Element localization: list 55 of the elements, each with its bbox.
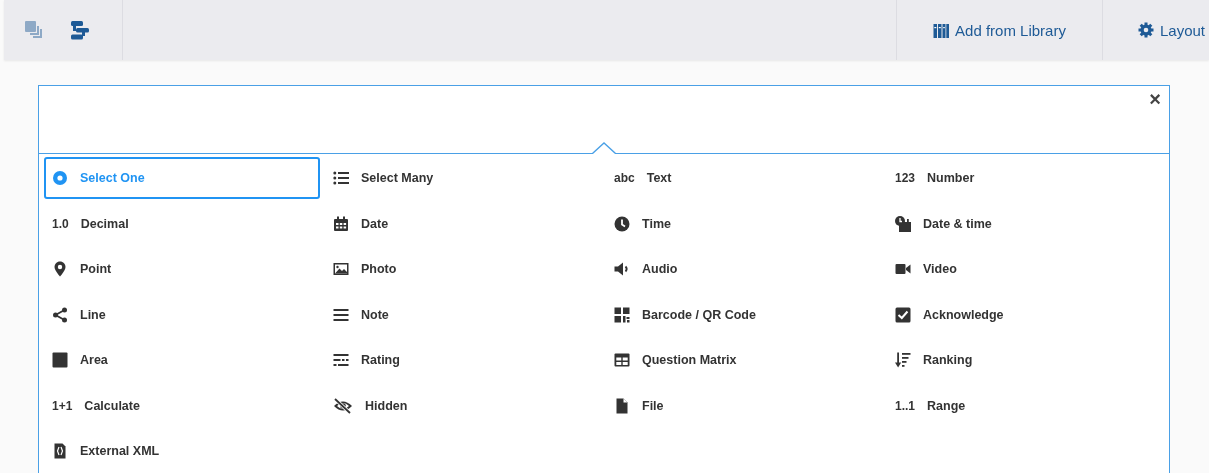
- question-type-option[interactable]: File: [606, 384, 882, 427]
- clock-icon: [614, 215, 630, 232]
- question-type-option[interactable]: Point: [44, 248, 320, 290]
- question-type-option[interactable]: 1.0 Decimal: [44, 202, 320, 245]
- question-type-option[interactable]: abc Text: [606, 157, 882, 199]
- table-icon: [614, 352, 630, 368]
- code-file-icon: [52, 443, 68, 459]
- branch-icon[interactable]: [70, 20, 90, 40]
- list-icon: [333, 170, 349, 186]
- question-type-option[interactable]: 123 Number: [887, 157, 1163, 199]
- question-type-option[interactable]: Select Many: [325, 157, 601, 199]
- type-glyph: 123: [895, 171, 916, 185]
- question-type-option[interactable]: Line: [44, 293, 320, 336]
- question-type-option[interactable]: Photo: [325, 248, 601, 290]
- question-type-option[interactable]: Audio: [606, 248, 882, 290]
- square-icon: [52, 352, 68, 368]
- clock-calendar-icon: [895, 215, 911, 232]
- question-type-option[interactable]: Rating: [325, 339, 601, 381]
- dashed-lines-icon: [333, 352, 349, 368]
- radio-icon: [52, 170, 68, 186]
- eye-slash-icon: [333, 397, 353, 414]
- layout-button[interactable]: Layout: [1101, 0, 1209, 60]
- share-icon: [52, 306, 68, 323]
- video-camera-icon: [895, 261, 911, 277]
- question-type-option[interactable]: 1..1 Range: [887, 384, 1163, 427]
- checkbox-icon: [895, 306, 911, 323]
- library-button[interactable]: Add from Library: [896, 0, 1102, 60]
- question-type-option[interactable]: Note: [325, 293, 601, 336]
- question-type-option[interactable]: Acknowledge: [887, 293, 1163, 336]
- books-icon: [933, 22, 950, 38]
- speaker-icon: [614, 261, 630, 277]
- sort-icon: [895, 352, 911, 368]
- gear-icon: [1137, 22, 1154, 38]
- menu-lines-icon: [333, 306, 349, 323]
- question-type-option[interactable]: Date & time: [887, 202, 1163, 245]
- qr-code-icon: [614, 306, 630, 323]
- question-type-option[interactable]: Ranking: [887, 339, 1163, 381]
- type-glyph: 1+1: [52, 398, 73, 413]
- question-type-option[interactable]: Date: [325, 202, 601, 245]
- image-icon: [333, 261, 349, 277]
- question-type-option[interactable]: Barcode / QR Code: [606, 293, 882, 336]
- calendar-icon: [333, 215, 349, 232]
- close-button[interactable]: ×: [1145, 89, 1165, 109]
- file-icon: [614, 397, 630, 414]
- type-glyph: abc: [614, 171, 635, 185]
- question-type-option[interactable]: External XML: [44, 430, 320, 472]
- question-type-option[interactable]: Video: [887, 248, 1163, 290]
- map-pin-icon: [52, 261, 68, 277]
- question-type-option[interactable]: Hidden: [325, 384, 601, 427]
- type-glyph: 1.0: [52, 216, 69, 231]
- question-type-option[interactable]: 1+1 Calculate: [44, 384, 320, 427]
- question-type-option[interactable]: Question Matrix: [606, 339, 882, 381]
- question-type-option[interactable]: Time: [606, 202, 882, 245]
- type-glyph: 1..1: [895, 398, 915, 413]
- question-type-option[interactable]: Area: [44, 339, 320, 381]
